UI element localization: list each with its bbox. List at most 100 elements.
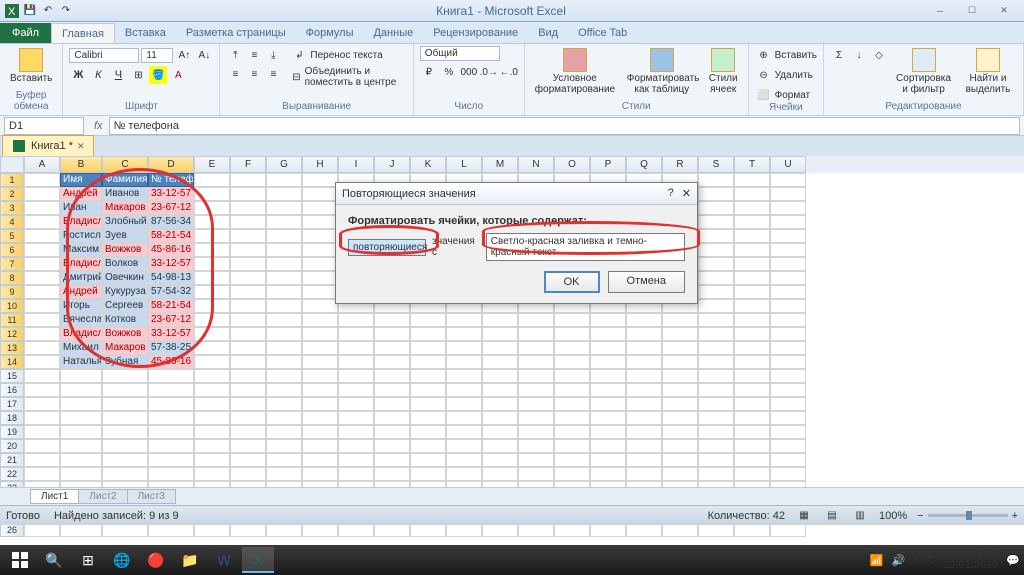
minimize-button[interactable]: ─ [928, 4, 952, 18]
merge-icon[interactable]: ⊟ [290, 68, 302, 86]
cell[interactable] [734, 215, 770, 229]
cell[interactable] [770, 257, 806, 271]
cell[interactable] [770, 523, 806, 537]
yandex-icon[interactable]: 🔴 [140, 547, 172, 573]
cell[interactable] [410, 383, 446, 397]
cell[interactable] [770, 299, 806, 313]
cell[interactable] [554, 369, 590, 383]
cell[interactable] [410, 467, 446, 481]
format-style-select[interactable]: Светло-красная заливка и темно-красный т… [486, 233, 685, 261]
row-header[interactable]: 8 [0, 271, 24, 285]
cell[interactable] [734, 439, 770, 453]
cell[interactable] [698, 173, 734, 187]
cell[interactable] [230, 341, 266, 355]
row-header[interactable]: 10 [0, 299, 24, 313]
cell[interactable] [302, 383, 338, 397]
zoom-out-icon[interactable]: − [917, 510, 923, 522]
cell[interactable] [338, 411, 374, 425]
cell[interactable] [24, 271, 60, 285]
tray-notifications-icon[interactable]: 💬 [1006, 554, 1020, 567]
cell[interactable] [770, 369, 806, 383]
cell[interactable] [518, 369, 554, 383]
cell[interactable] [446, 341, 482, 355]
cell[interactable] [626, 355, 662, 369]
cell[interactable] [266, 383, 302, 397]
row-header[interactable]: 16 [0, 383, 24, 397]
cell[interactable] [374, 425, 410, 439]
cell[interactable] [698, 467, 734, 481]
cell[interactable]: Овечкин [102, 271, 148, 285]
cell[interactable]: Зубная [102, 355, 148, 369]
cell[interactable] [102, 523, 148, 537]
cell[interactable] [102, 425, 148, 439]
cell[interactable] [590, 467, 626, 481]
cell[interactable] [302, 439, 338, 453]
row-header[interactable]: 13 [0, 341, 24, 355]
col-header-B[interactable]: B [60, 156, 102, 173]
cell[interactable] [626, 453, 662, 467]
cell[interactable]: Андрей [60, 187, 102, 201]
cell[interactable] [734, 341, 770, 355]
cell[interactable] [554, 341, 590, 355]
cell[interactable]: Андрей [60, 285, 102, 299]
cell[interactable] [698, 243, 734, 257]
cell[interactable] [266, 201, 302, 215]
italic-button[interactable]: К [89, 66, 107, 84]
cell[interactable]: 23-67-12 [148, 201, 194, 215]
row-header[interactable]: 19 [0, 425, 24, 439]
cell[interactable] [194, 285, 230, 299]
cell[interactable]: 58-21-54 [148, 299, 194, 313]
cell[interactable] [102, 369, 148, 383]
col-header-T[interactable]: T [734, 156, 770, 173]
cell[interactable]: Зуев [102, 229, 148, 243]
cell[interactable] [194, 369, 230, 383]
cell[interactable] [194, 257, 230, 271]
cell[interactable]: № телефона [148, 173, 194, 187]
cell[interactable] [102, 467, 148, 481]
cell[interactable]: 33-12-57 [148, 187, 194, 201]
currency-icon[interactable]: ₽ [420, 63, 438, 81]
cell[interactable] [518, 397, 554, 411]
cell[interactable] [194, 313, 230, 327]
cell[interactable]: Вожжов [102, 243, 148, 257]
cell[interactable] [482, 383, 518, 397]
cell[interactable] [410, 313, 446, 327]
cell[interactable] [410, 523, 446, 537]
cell[interactable] [24, 453, 60, 467]
cell[interactable] [518, 425, 554, 439]
row-header[interactable]: 5 [0, 229, 24, 243]
row-header[interactable]: 22 [0, 467, 24, 481]
cell[interactable] [374, 411, 410, 425]
cancel-button[interactable]: Отмена [608, 271, 685, 293]
cell[interactable] [446, 313, 482, 327]
cell[interactable] [734, 523, 770, 537]
cell[interactable] [230, 327, 266, 341]
cell[interactable] [410, 425, 446, 439]
cell[interactable] [148, 453, 194, 467]
cell[interactable] [698, 201, 734, 215]
cell[interactable] [734, 299, 770, 313]
cell[interactable] [266, 425, 302, 439]
tray-clock[interactable]: 21:19 22.01.2019 [943, 549, 998, 571]
cell[interactable] [446, 355, 482, 369]
cell[interactable] [230, 215, 266, 229]
cell[interactable]: 45-86-16 [148, 355, 194, 369]
cell[interactable] [482, 411, 518, 425]
cell[interactable] [698, 271, 734, 285]
cell[interactable] [446, 425, 482, 439]
redo-icon[interactable]: ↷ [58, 3, 74, 19]
cell[interactable]: 57-38-25 [148, 341, 194, 355]
align-bot-icon[interactable]: ⤓ [264, 46, 282, 64]
cell[interactable] [734, 313, 770, 327]
cell[interactable] [482, 397, 518, 411]
cell[interactable] [338, 383, 374, 397]
cell[interactable] [194, 467, 230, 481]
cell[interactable] [734, 257, 770, 271]
cell[interactable] [60, 411, 102, 425]
cell[interactable] [590, 383, 626, 397]
cell[interactable] [266, 285, 302, 299]
cell[interactable] [194, 229, 230, 243]
cell[interactable] [374, 397, 410, 411]
cell[interactable] [302, 187, 338, 201]
cell[interactable] [194, 173, 230, 187]
